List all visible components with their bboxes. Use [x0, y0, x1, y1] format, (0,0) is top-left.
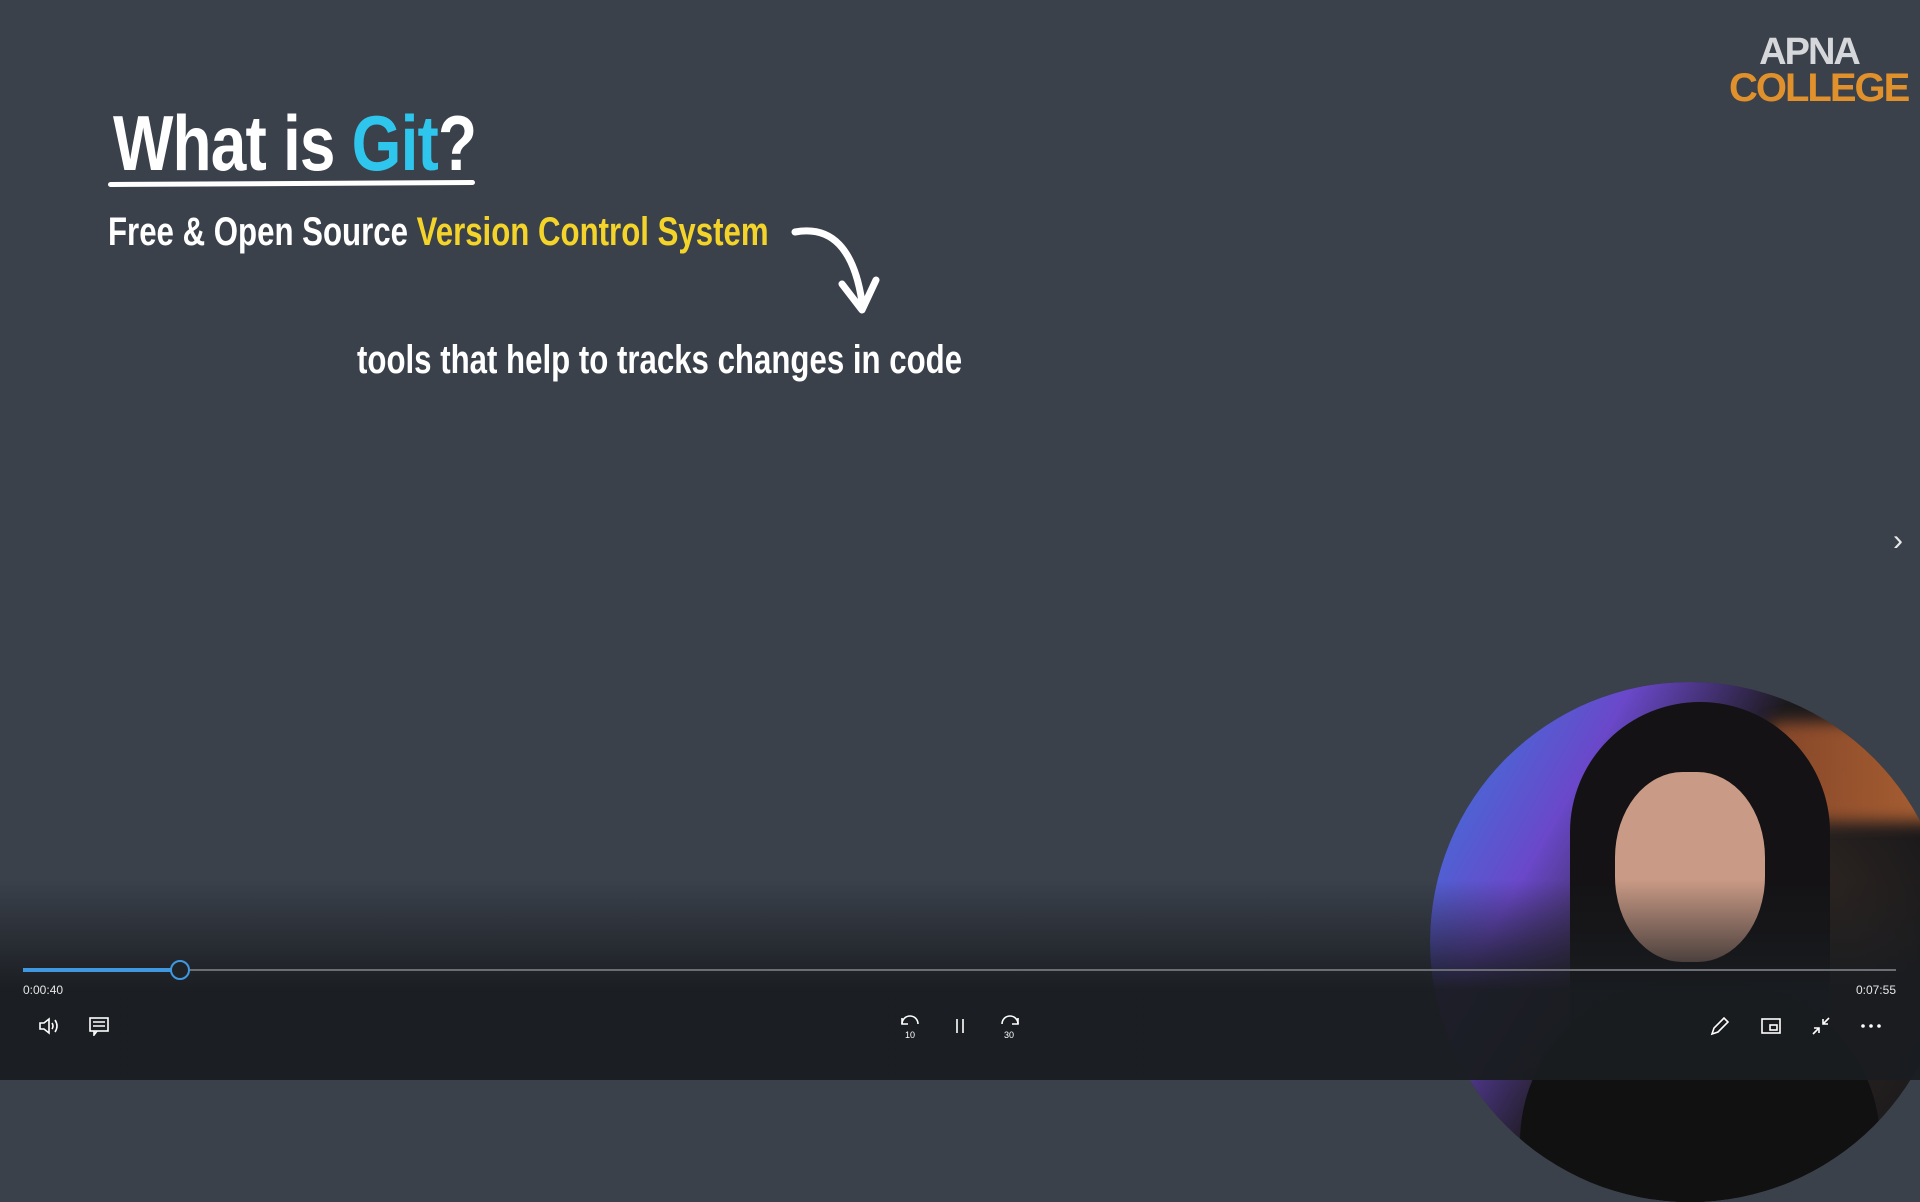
- mini-player-button[interactable]: [1757, 1012, 1785, 1040]
- svg-text:10: 10: [905, 1030, 915, 1040]
- pause-button[interactable]: [946, 1012, 974, 1040]
- current-time: 0:00:40: [23, 983, 64, 997]
- annotate-button[interactable]: [1706, 1012, 1734, 1040]
- progress-fill: [23, 968, 181, 972]
- curved-arrow-icon: [791, 227, 880, 314]
- pause-icon: [956, 1019, 964, 1033]
- progress-track[interactable]: [23, 969, 1896, 971]
- svg-text:30: 30: [1004, 1030, 1014, 1040]
- volume-icon: [39, 1017, 58, 1035]
- slide-description: tools that help to tracks changes in cod…: [357, 338, 963, 382]
- subtitle-highlight: Version Control System: [416, 210, 769, 254]
- shrink-icon: [1812, 1017, 1830, 1035]
- title-highlight: Git: [351, 99, 439, 187]
- apna-college-logo: APNA COLLEGE: [1729, 31, 1910, 110]
- controls-backdrop: [0, 880, 1920, 1080]
- skip-back-button[interactable]: 10: [896, 1012, 924, 1040]
- total-time: 0:07:55: [1855, 983, 1896, 997]
- pen-icon: [1710, 1016, 1730, 1036]
- forward-icon: 30: [1001, 1015, 1019, 1040]
- more-icon: [1861, 1024, 1881, 1028]
- skip-forward-button[interactable]: 30: [996, 1012, 1024, 1040]
- replay-icon: 10: [901, 1015, 919, 1040]
- slide-subtitle: Free & Open Source Version Control Syste…: [108, 210, 769, 255]
- picture-in-picture-icon: [1761, 1018, 1781, 1034]
- captions-icon: [89, 1017, 109, 1036]
- logo-line2: COLLEGE: [1729, 66, 1910, 110]
- slide-title: What is Git?: [113, 98, 477, 189]
- subtitle-text: Free & Open Source: [108, 210, 417, 254]
- more-options-button[interactable]: [1857, 1012, 1885, 1040]
- logo-line1: APNA: [1759, 31, 1861, 73]
- title-text: What is: [113, 99, 352, 187]
- exit-fullscreen-button[interactable]: [1807, 1012, 1835, 1040]
- title-suffix: ?: [438, 99, 477, 187]
- captions-button[interactable]: [85, 1012, 113, 1040]
- volume-button[interactable]: [35, 1012, 63, 1040]
- next-chevron-icon[interactable]: ›: [1893, 524, 1903, 558]
